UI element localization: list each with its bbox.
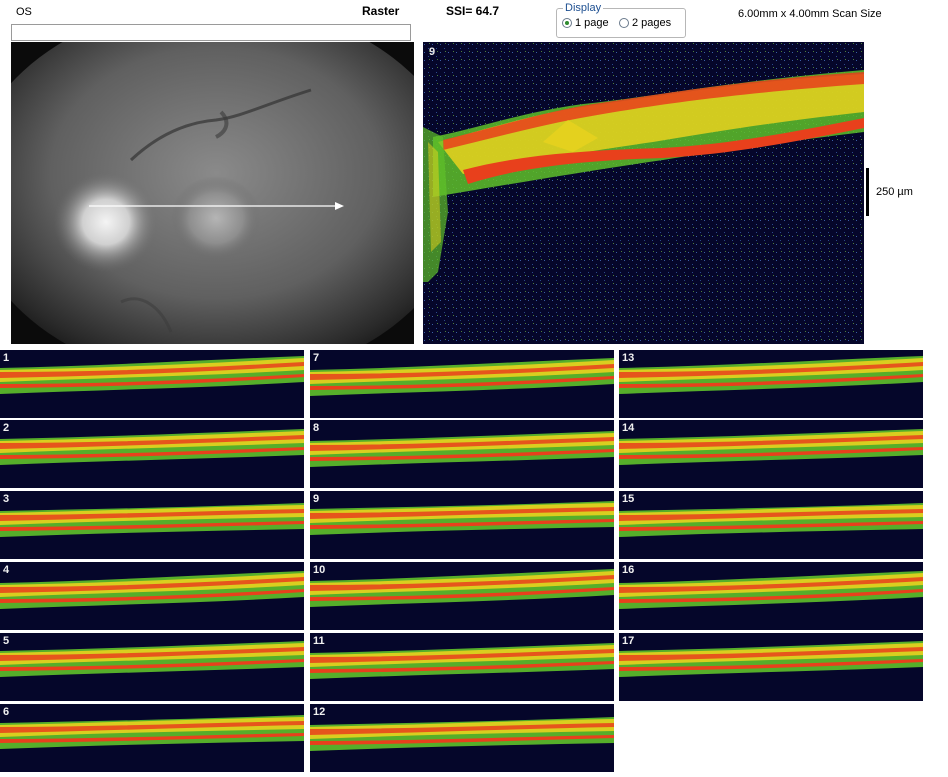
- thumbnail-graphic: [0, 420, 304, 488]
- bscan-thumbnail[interactable]: 14: [619, 420, 923, 488]
- thumbnail-number: 15: [622, 493, 635, 505]
- thumbnail-number: 16: [622, 564, 635, 576]
- display-options-group: Display 1 page 2 pages: [556, 2, 686, 38]
- bscan-thumbnail[interactable]: 3: [0, 491, 304, 559]
- display-legend: Display: [563, 2, 604, 14]
- thumbnail-graphic: [310, 420, 614, 488]
- bscan-thumbnail[interactable]: 16: [619, 562, 923, 630]
- thumbnail-graphic: [310, 704, 614, 772]
- main-bscan-graphic: [423, 42, 864, 344]
- thumbnail-number: 1: [3, 352, 10, 364]
- radio-unchecked-icon: [619, 18, 629, 28]
- bscan-thumbnail[interactable]: 1: [0, 350, 304, 418]
- scale-bar: [866, 168, 869, 216]
- radio-one-page-label: 1 page: [575, 17, 609, 29]
- thumbnail-number: 17: [622, 635, 635, 647]
- thumbnail-number: 4: [3, 564, 10, 576]
- thumbnail-number: 7: [313, 352, 320, 364]
- bscan-thumbnail[interactable]: 8: [310, 420, 614, 488]
- thumbnail-number: 3: [3, 493, 10, 505]
- thumbnail-graphic: [310, 633, 614, 701]
- ssi-label: SSI= 64.7: [446, 4, 500, 18]
- bscan-thumbnail[interactable]: 17: [619, 633, 923, 701]
- thumbnail-number: 5: [3, 635, 10, 647]
- thumbnail-number: 9: [313, 493, 320, 505]
- radio-two-pages-label: 2 pages: [632, 17, 672, 29]
- thumbnail-graphic: [0, 704, 304, 772]
- thumbnail-graphic: [0, 633, 304, 701]
- thumbnail-number: 11: [313, 635, 325, 647]
- bscan-thumbnail[interactable]: 7: [310, 350, 614, 418]
- thumbnail-number: 6: [3, 706, 10, 718]
- thumbnail-graphic: [310, 350, 614, 418]
- thumbnail-number: 10: [313, 564, 326, 576]
- thumbnail-graphic: [0, 350, 304, 418]
- bscan-thumbnail[interactable]: 12: [310, 704, 614, 772]
- thumbnail-graphic: [619, 350, 923, 418]
- bscan-thumbnail[interactable]: 11: [310, 633, 614, 701]
- radio-two-pages[interactable]: 2 pages: [619, 17, 671, 29]
- thumbnail-number: 8: [313, 422, 320, 434]
- thumbnail-graphic: [619, 633, 923, 701]
- thumbnail-number: 2: [3, 422, 10, 434]
- main-bscan-number: 9: [429, 46, 436, 58]
- bscan-thumbnail[interactable]: 9: [310, 491, 614, 559]
- radio-checked-icon: [562, 18, 572, 28]
- bscan-thumbnail[interactable]: 15: [619, 491, 923, 559]
- thumbnail-graphic: [0, 562, 304, 630]
- bscan-thumbnail[interactable]: 13: [619, 350, 923, 418]
- thumbnail-graphic: [0, 491, 304, 559]
- thumbnail-graphic: [619, 491, 923, 559]
- radio-one-page[interactable]: 1 page: [562, 17, 609, 29]
- bscan-thumbnail[interactable]: 6: [0, 704, 304, 772]
- bscan-thumbnail[interactable]: 5: [0, 633, 304, 701]
- thumbnail-graphic: [310, 491, 614, 559]
- thumbnail-graphic: [619, 420, 923, 488]
- scan-size-label: 6.00mm x 4.00mm Scan Size: [738, 8, 882, 20]
- bscan-thumbnail[interactable]: 4: [0, 562, 304, 630]
- bscan-thumbnail[interactable]: 2: [0, 420, 304, 488]
- thumbnail-graphic: [310, 562, 614, 630]
- bscan-thumbnail[interactable]: 10: [310, 562, 614, 630]
- fundus-graphic: [11, 42, 414, 344]
- thumbnail-number: 12: [313, 706, 326, 718]
- eye-label: OS: [16, 6, 32, 18]
- thumbnail-graphic: [619, 562, 923, 630]
- scan-type-label: Raster: [362, 4, 400, 18]
- thumbnail-number: 13: [622, 352, 635, 364]
- scale-label: 250 µm: [876, 186, 913, 198]
- fundus-image[interactable]: [11, 42, 414, 344]
- thumbnail-number: 14: [622, 422, 635, 434]
- main-bscan-image[interactable]: 9: [423, 42, 864, 344]
- fundus-toolbar: [11, 24, 411, 41]
